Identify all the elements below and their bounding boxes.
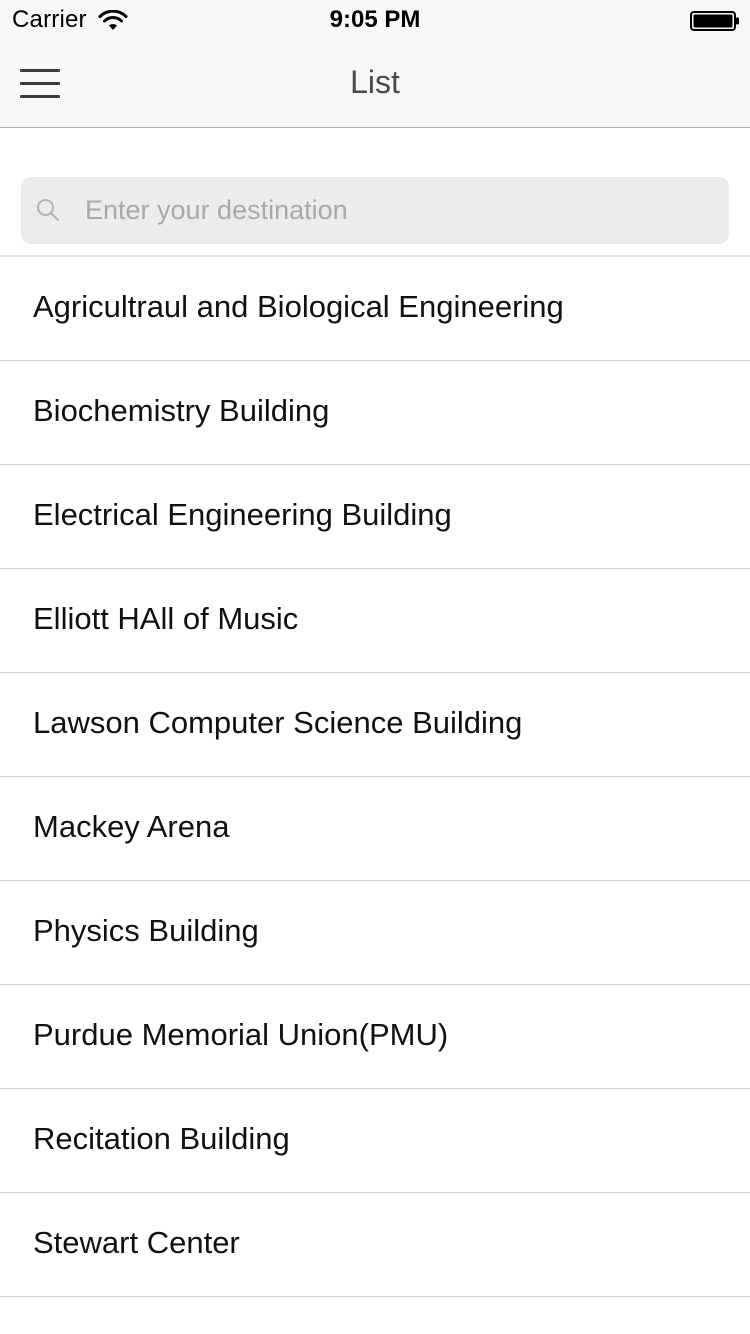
search-box[interactable] xyxy=(21,177,729,244)
search-area xyxy=(0,128,750,258)
list-item-label: Biochemistry Building xyxy=(33,393,330,428)
battery-icon xyxy=(690,11,739,31)
search-icon xyxy=(37,199,60,222)
list-item[interactable]: Stewart Center xyxy=(0,1193,750,1297)
list-item[interactable]: Mackey Arena xyxy=(0,777,750,881)
list-item[interactable]: Recitation Building xyxy=(0,1089,750,1193)
list-item-label: Recitation Building xyxy=(33,1121,290,1156)
list-item-label: Stewart Center xyxy=(33,1225,240,1260)
list-item-label: Lawson Computer Science Building xyxy=(33,705,523,740)
list-item-label: Physics Building xyxy=(33,913,259,948)
navigation-bar: List xyxy=(0,40,750,128)
list-item[interactable]: Lawson Computer Science Building xyxy=(0,673,750,777)
list-item[interactable]: Purdue Memorial Union(PMU) xyxy=(0,985,750,1089)
clock: 9:05 PM xyxy=(329,6,421,33)
building-list: Agricultraul and Biological Engineering … xyxy=(0,257,750,1297)
list-item-label: Purdue Memorial Union(PMU) xyxy=(33,1017,449,1052)
list-item-label: Electrical Engineering Building xyxy=(33,497,452,532)
list-item[interactable]: Biochemistry Building xyxy=(0,361,750,465)
list-item-label: Agricultraul and Biological Engineering xyxy=(33,289,564,324)
list-item-label: Elliott HAll of Music xyxy=(33,601,299,636)
page-title: List xyxy=(350,64,400,100)
list-item-label: Mackey Arena xyxy=(33,809,230,844)
list-item[interactable]: Agricultraul and Biological Engineering xyxy=(0,257,750,361)
list-item[interactable]: Electrical Engineering Building xyxy=(0,465,750,569)
list-item[interactable]: Elliott HAll of Music xyxy=(0,569,750,673)
search-input[interactable] xyxy=(85,177,715,244)
list-item[interactable]: Physics Building xyxy=(0,881,750,985)
status-bar: Carrier 9:05 PM xyxy=(0,0,750,40)
screen: Carrier 9:05 PM List Enter your destinat… xyxy=(0,0,750,1334)
